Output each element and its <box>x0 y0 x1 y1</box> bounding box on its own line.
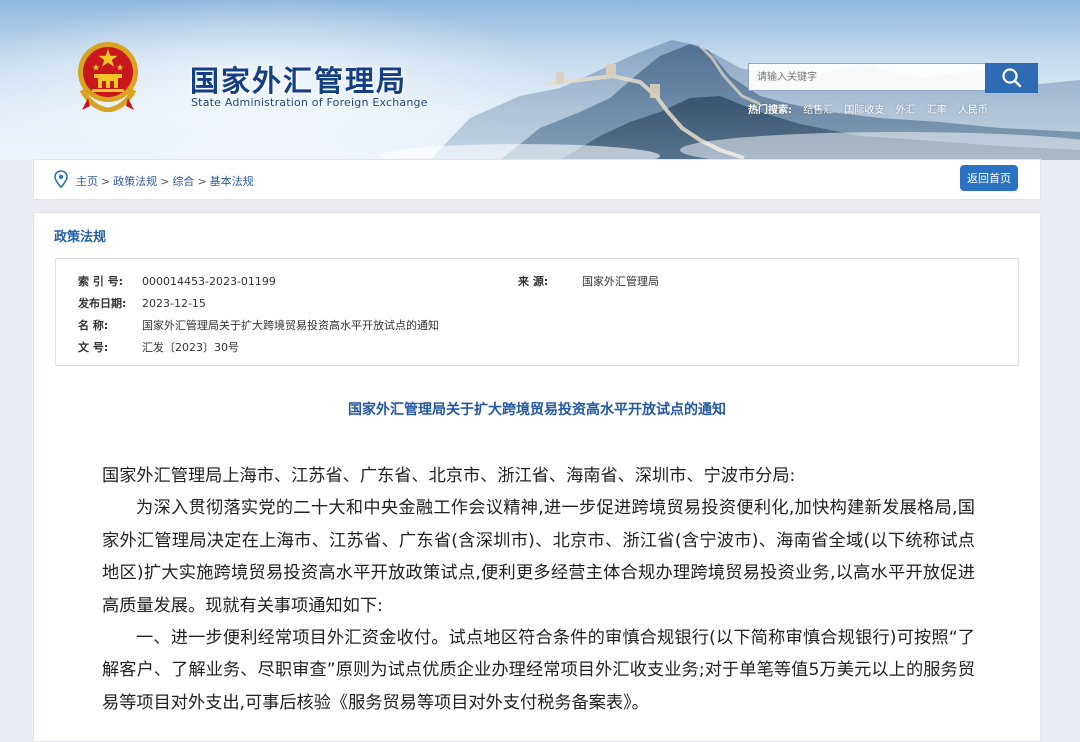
meta-index-value: 000014453-2023-01199 <box>142 275 276 288</box>
section-title: 政策法规 <box>54 230 107 245</box>
breadcrumb-separator: > <box>101 175 111 188</box>
document-salutation: 国家外汇管理局上海市、江苏省、广东省、北京市、浙江省、海南省、深圳市、宁波市分局… <box>102 466 796 486</box>
breadcrumb-separator: > <box>197 175 207 188</box>
meta-docno-row: 文 号: 汇发〔2023〕30号 <box>78 339 239 355</box>
back-home-button[interactable]: 返回首页 <box>960 165 1018 191</box>
breadcrumb-basic-rules[interactable]: 基本法规 <box>210 175 254 188</box>
search-box <box>748 63 1038 93</box>
meta-date-row: 发布日期: 2023-12-15 <box>78 295 206 311</box>
meta-index-row: 索 引 号: 000014453-2023-01199 <box>78 273 276 289</box>
meta-index-label: 索 引 号: <box>78 275 124 288</box>
search-input[interactable] <box>748 63 985 91</box>
hot-search-label: 热门搜索: <box>748 105 792 116</box>
meta-name-value: 国家外汇管理局关于扩大跨境贸易投资高水平开放试点的通知 <box>142 319 439 332</box>
site-header: 国家外汇管理局 State Administration of Foreign … <box>0 0 1080 160</box>
search-button[interactable] <box>985 63 1038 93</box>
hot-keyword-4[interactable]: 汇率 <box>927 105 947 116</box>
meta-docno-label: 文 号: <box>78 341 109 354</box>
meta-date-value: 2023-12-15 <box>142 297 206 310</box>
meta-name-label: 名 称: <box>78 319 109 332</box>
hot-keyword-1[interactable]: 结售汇 <box>803 105 833 116</box>
document-paragraph-1: 为深入贯彻落实党的二十大和中央金融工作会议精神,进一步促进跨境贸易投资便利化,加… <box>102 498 975 616</box>
national-emblem-icon <box>78 42 138 112</box>
hot-keyword-3[interactable]: 外汇 <box>896 105 916 116</box>
site-title: 国家外汇管理局 <box>190 64 408 98</box>
document-meta-box: 索 引 号: 000014453-2023-01199 来 源: 国家外汇管理局 发… <box>55 258 1019 366</box>
document-title: 国家外汇管理局关于扩大跨境贸易投资高水平开放试点的通知 <box>348 402 726 418</box>
search-icon <box>1001 67 1021 87</box>
breadcrumb-separator: > <box>160 175 170 188</box>
main-content: 政策法规 索 引 号: 000014453-2023-01199 来 源: 国家外汇… <box>33 212 1041 742</box>
meta-name-row: 名 称: 国家外汇管理局关于扩大跨境贸易投资高水平开放试点的通知 <box>78 317 439 333</box>
breadcrumb-home[interactable]: 主页 <box>76 175 98 188</box>
meta-source-value: 国家外汇管理局 <box>582 275 659 288</box>
breadcrumb-policy[interactable]: 政策法规 <box>113 175 157 188</box>
breadcrumb-general[interactable]: 综合 <box>172 175 194 188</box>
hot-search: 热门搜索: 结售汇 国际收支 外汇 汇率 人民币 <box>748 101 988 116</box>
meta-docno-value: 汇发〔2023〕30号 <box>142 341 239 354</box>
meta-source-label: 来 源: <box>518 275 549 288</box>
meta-date-label: 发布日期: <box>78 297 127 310</box>
meta-source-row: 来 源: 国家外汇管理局 <box>518 273 659 289</box>
location-pin-icon <box>54 170 68 188</box>
breadcrumb: 主页 > 政策法规 > 综合 > 基本法规 <box>76 173 254 189</box>
hot-keyword-2[interactable]: 国际收支 <box>844 105 884 116</box>
document-body: 国家外汇管理局上海市、江苏省、广东省、北京市、浙江省、海南省、深圳市、宁波市分局… <box>102 460 975 719</box>
breadcrumb-bar: 主页 > 政策法规 > 综合 > 基本法规 返回首页 <box>33 159 1041 200</box>
site-subtitle-en: State Administration of Foreign Exchange <box>191 96 428 109</box>
document-paragraph-2: 一、进一步便利经常项目外汇资金收付。试点地区符合条件的审慎合规银行(以下简称审慎… <box>102 628 975 713</box>
hot-keyword-5[interactable]: 人民币 <box>958 105 988 116</box>
